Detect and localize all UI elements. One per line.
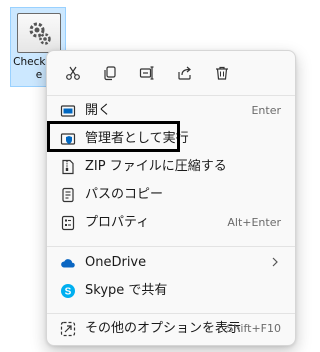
menu-item-skype-share[interactable]: S Skype で共有 [51, 277, 291, 305]
scissors-icon [66, 66, 80, 80]
delete-button[interactable] [208, 59, 236, 87]
share-button[interactable] [171, 59, 199, 87]
menu-item-label: その他のオプションを表示 [85, 321, 242, 336]
rename-icon [139, 66, 154, 80]
skype-icon: S [60, 283, 76, 299]
chevron-right-icon [272, 257, 278, 267]
menu-item-label: プロパティ [85, 215, 150, 230]
menu-item-properties[interactable]: プロパティ Alt+Enter [51, 209, 291, 237]
trash-icon [216, 66, 228, 80]
properties-icon [60, 215, 76, 231]
context-menu: 開く Enter 管理者として実行 ZIP ファイルに圧縮する パスのコピー プ… [46, 50, 296, 346]
settings-gear-icon [17, 13, 61, 53]
menu-item-label: ZIP ファイルに圧縮する [85, 159, 227, 174]
onedrive-cloud-icon [60, 255, 76, 271]
shortcut-text: Enter [251, 104, 281, 117]
menu-item-copy-path[interactable]: パスのコピー [51, 181, 291, 209]
menu-item-label: OneDrive [85, 255, 147, 270]
menu-item-label: 開く [85, 103, 112, 118]
menu-separator [47, 95, 295, 96]
cut-button[interactable] [59, 59, 87, 87]
menu-item-onedrive[interactable]: OneDrive [51, 249, 291, 277]
menu-separator [47, 313, 295, 314]
highlight-box [47, 121, 180, 152]
more-options-icon [60, 321, 76, 337]
copy-button[interactable] [96, 59, 124, 87]
menu-item-label: パスのコピー [85, 187, 164, 202]
menu-item-label: Skype で共有 [85, 283, 168, 298]
open-icon [60, 103, 76, 119]
menu-item-more-options[interactable]: その他のオプションを表示 Shift+F10 [51, 315, 291, 343]
share-icon [178, 66, 191, 80]
shortcut-text: Alt+Enter [227, 216, 281, 229]
menu-separator [47, 246, 295, 247]
quick-actions-bar [55, 59, 289, 87]
zip-icon [60, 159, 76, 175]
copy-path-icon [60, 187, 76, 203]
copy-icon [104, 66, 116, 81]
shortcut-text: Shift+F10 [226, 322, 281, 335]
menu-item-zip[interactable]: ZIP ファイルに圧縮する [51, 153, 291, 181]
svg-text:S: S [65, 287, 72, 298]
rename-button[interactable] [133, 59, 161, 87]
